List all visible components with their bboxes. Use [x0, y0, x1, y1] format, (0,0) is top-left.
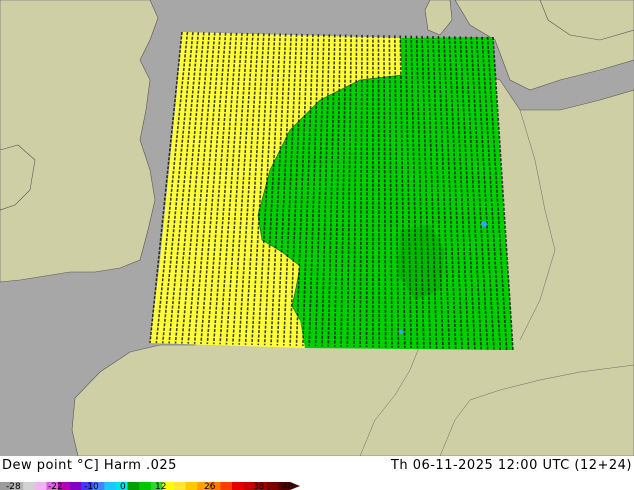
- dew-point-map[interactable]: [0, 0, 634, 456]
- legend-swatch: [139, 482, 152, 490]
- legend-swatch: [185, 482, 198, 490]
- legend-swatch: [232, 482, 245, 490]
- legend-swatch: [174, 482, 187, 490]
- map-title: Dew point °C] Harm .025: [2, 458, 177, 473]
- legend-tick-label: 48: [282, 482, 294, 490]
- lake-marker: [399, 330, 403, 334]
- land-great-britain: [0, 0, 159, 283]
- legend-swatch: [266, 482, 279, 490]
- legend-tick-label: 0: [120, 482, 126, 490]
- legend-tick-label: -10: [84, 482, 99, 490]
- lake-marker: [481, 221, 487, 227]
- legend-tick-label: 26: [204, 482, 216, 490]
- legend-swatch: [34, 482, 47, 490]
- legend-swatch: [220, 482, 233, 490]
- legend-swatch: [23, 482, 36, 490]
- map-viewer: Dew point °C] Harm .025 Th 06-11-2025 12…: [0, 0, 634, 490]
- legend-swatch: [104, 482, 117, 490]
- forecast-timestamp: Th 06-11-2025 12:00 UTC (12+24): [390, 458, 632, 473]
- legend-swatch: [69, 482, 82, 490]
- legend-tick-label: 38: [253, 482, 265, 490]
- legend-tick-label: -22: [48, 482, 63, 490]
- legend-swatch: [127, 482, 140, 490]
- legend-tick-label: -28: [6, 482, 21, 490]
- legend-tick-label: 12: [155, 482, 167, 490]
